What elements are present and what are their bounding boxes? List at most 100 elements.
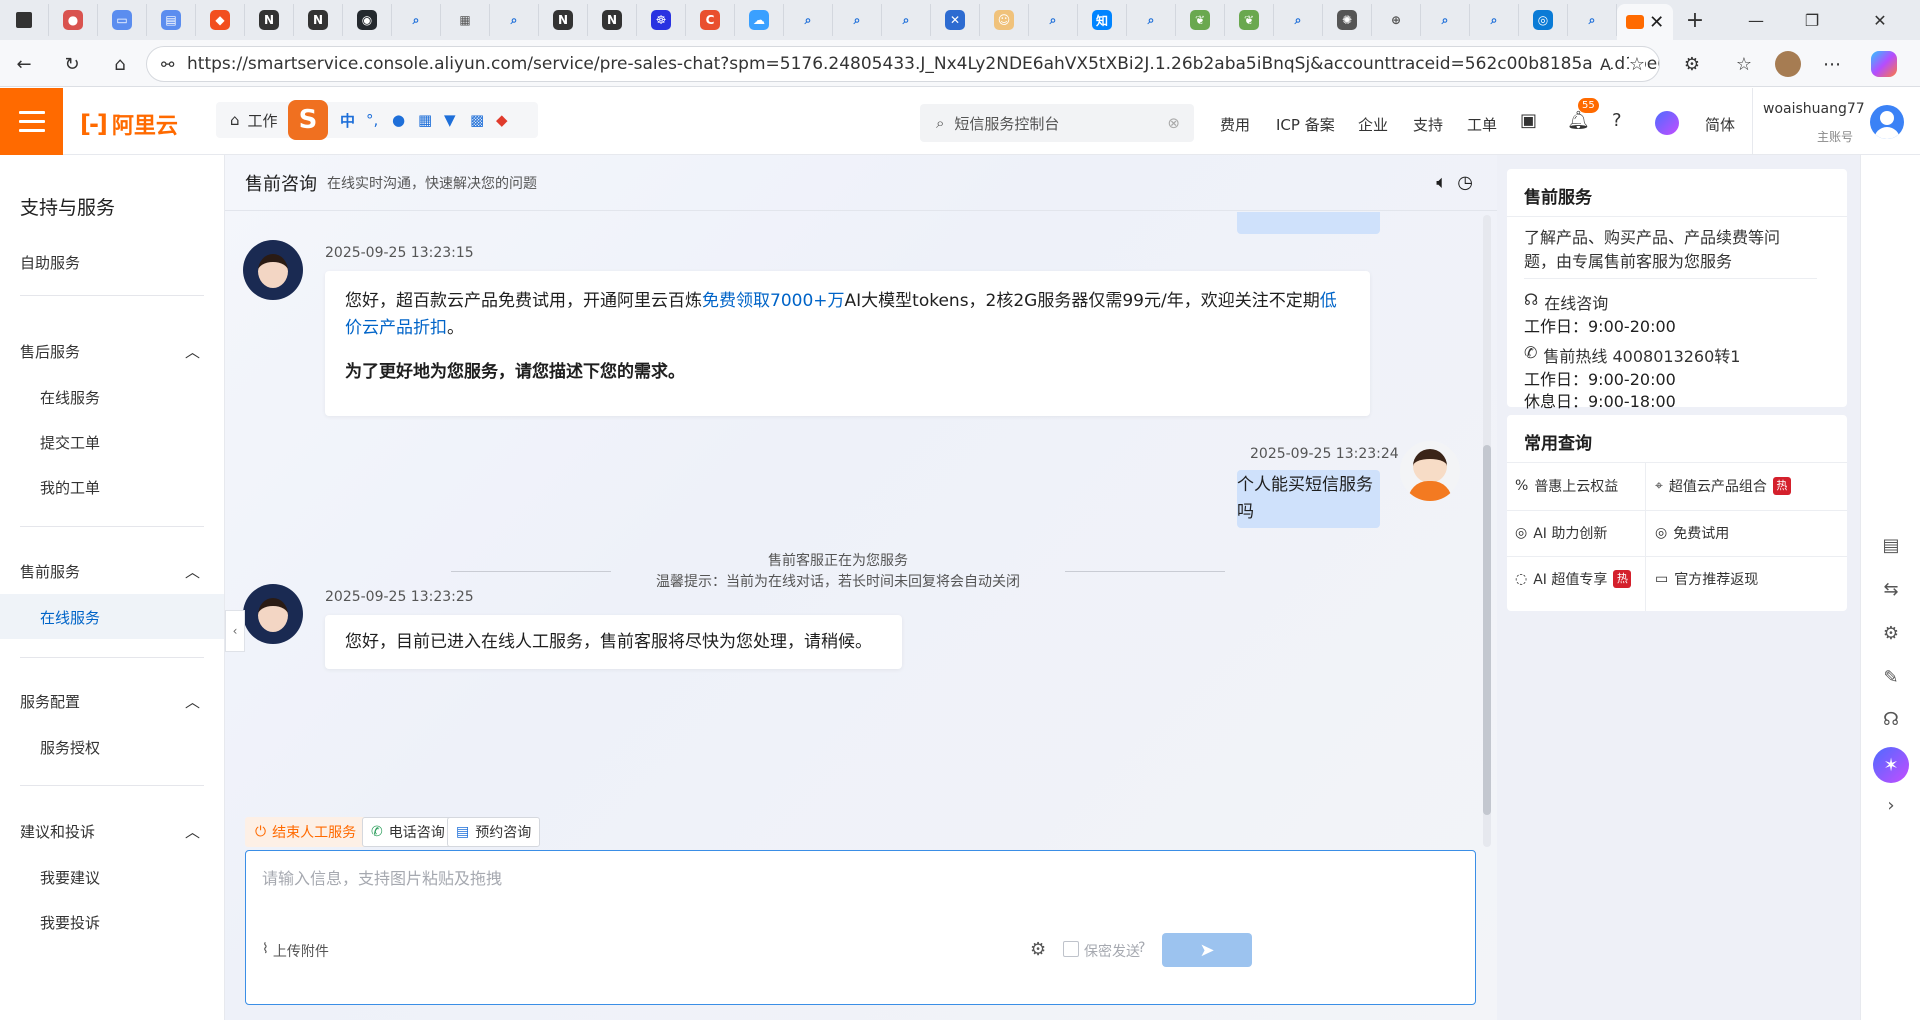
- nav-icp[interactable]: ICP 备案: [1276, 114, 1335, 135]
- ime-keyboard-icon[interactable]: ▦: [418, 111, 432, 129]
- help-circle-icon[interactable]: ?: [1138, 940, 1145, 956]
- query-inclusive-benefits[interactable]: % 普惠上云权益: [1515, 476, 1618, 496]
- ime-extra-icon[interactable]: ◆: [496, 111, 508, 129]
- browser-tab[interactable]: ◉: [343, 4, 392, 36]
- header-search-input[interactable]: ⌕ 短信服务控制台 ⊗: [920, 104, 1194, 142]
- browser-tab[interactable]: ⌕: [833, 4, 882, 36]
- browser-tab[interactable]: ☺: [980, 4, 1029, 36]
- browser-tab[interactable]: N: [588, 4, 637, 36]
- query-cashback[interactable]: ▭ 官方推荐返现: [1655, 569, 1758, 589]
- ime-punct-icon[interactable]: °,: [366, 111, 378, 129]
- browser-tab[interactable]: ⌕: [490, 4, 539, 36]
- browser-tab[interactable]: ⌕: [1470, 4, 1519, 36]
- browser-tab[interactable]: ☁: [735, 4, 784, 36]
- aliyun-logo[interactable]: [-] 阿里云: [80, 108, 178, 140]
- browser-tab[interactable]: ◆: [196, 4, 245, 36]
- sidebar-item-online-service[interactable]: 在线服务: [40, 387, 100, 408]
- browser-tab[interactable]: ⌕: [1127, 4, 1176, 36]
- chevron-right-icon[interactable]: ›: [1879, 793, 1903, 817]
- message-input[interactable]: 请输入信息，支持图片粘贴及拖拽: [262, 865, 502, 889]
- online-consult-link[interactable]: ☊ 在线咨询: [1524, 290, 1608, 314]
- workbench-button[interactable]: ⌂ 工作 S 中 °, ● ▦ ▼ ▩ ◆: [216, 100, 538, 140]
- api-icon[interactable]: ⇆: [1879, 577, 1903, 601]
- user-avatar[interactable]: [1870, 105, 1904, 139]
- ime-mode-label[interactable]: 中: [340, 110, 355, 131]
- copilot-icon[interactable]: [1868, 48, 1900, 80]
- browser-tab[interactable]: N: [294, 4, 343, 36]
- minimize-icon[interactable]: —: [1728, 0, 1784, 40]
- chat-scrollbar[interactable]: [1483, 215, 1491, 847]
- profile-avatar[interactable]: [1772, 48, 1804, 80]
- sound-icon[interactable]: 🔈︎: [1436, 172, 1447, 193]
- nav-ticket[interactable]: 工单: [1467, 114, 1497, 135]
- browser-tab[interactable]: ⌕: [1029, 4, 1078, 36]
- browser-tab[interactable]: ▤: [147, 4, 196, 36]
- sidebar-group-feedback[interactable]: 建议和投诉 ︿: [20, 821, 200, 842]
- browser-tab[interactable]: ▦: [441, 4, 490, 36]
- browser-tab[interactable]: ⌕: [882, 4, 931, 36]
- site-info-icon[interactable]: ⚯: [161, 55, 174, 74]
- browser-tab[interactable]: 知: [1078, 4, 1127, 36]
- query-value-bundle[interactable]: ⌖ 超值云产品组合热: [1655, 476, 1791, 496]
- sidebar-item-my-tickets[interactable]: 我的工单: [40, 477, 100, 498]
- ai-assistant-icon[interactable]: ✶: [1873, 747, 1909, 783]
- message-composer[interactable]: 请输入信息，支持图片粘贴及拖拽 ⌇ 上传附件 ⚙ 保密发送 ? ➤: [245, 850, 1476, 1005]
- ime-skin-icon[interactable]: ▼: [444, 111, 456, 129]
- favorite-star-icon[interactable]: ☆: [1628, 53, 1645, 75]
- sidebar-item-presales-online[interactable]: 在线服务: [40, 607, 100, 628]
- collapse-sidebar-button[interactable]: ‹: [225, 610, 245, 652]
- browser-tab[interactable]: ⌕: [392, 4, 441, 36]
- sidebar-group-aftersales[interactable]: 售后服务 ︿: [20, 341, 200, 362]
- ime-toolbox-icon[interactable]: ▩: [470, 111, 484, 129]
- free-tokens-link[interactable]: 免费领取7000+万: [702, 291, 845, 311]
- settings-icon[interactable]: ⚙: [1879, 621, 1903, 645]
- username[interactable]: woaishuang77: [1763, 101, 1865, 117]
- browser-tab[interactable]: ✕: [931, 4, 980, 36]
- phone-consult-button[interactable]: ✆ 电话咨询: [362, 817, 454, 847]
- browser-tab[interactable]: N: [245, 4, 294, 36]
- sogou-ime-icon[interactable]: S: [288, 100, 328, 140]
- query-ai-innovation[interactable]: ◎ AI 助力创新: [1515, 523, 1607, 543]
- favorites-icon[interactable]: ☆: [1728, 48, 1760, 80]
- close-tab-icon[interactable]: ✕: [1649, 12, 1664, 33]
- clear-icon[interactable]: ⊗: [1167, 114, 1180, 132]
- active-tab[interactable]: ✕: [1617, 4, 1673, 40]
- support-headset-icon[interactable]: ☊: [1879, 707, 1903, 731]
- browser-tab[interactable]: ☸: [637, 4, 686, 36]
- tab-pinned[interactable]: [0, 4, 49, 36]
- read-aloud-icon[interactable]: A: [1592, 54, 1611, 74]
- sidebar-item-suggestion[interactable]: 我要建议: [40, 867, 100, 888]
- sidebar-item-self-service[interactable]: 自助服务: [20, 252, 80, 273]
- schedule-consult-button[interactable]: ▤ 预约咨询: [447, 817, 541, 847]
- send-button[interactable]: ➤: [1162, 933, 1252, 967]
- nav-support[interactable]: 支持: [1413, 114, 1443, 135]
- nav-fees[interactable]: 费用: [1220, 114, 1250, 135]
- browser-tab[interactable]: C: [686, 4, 735, 36]
- more-icon[interactable]: ⋯: [1816, 48, 1848, 80]
- sidebar-item-complaint[interactable]: 我要投诉: [40, 912, 100, 933]
- browser-tab[interactable]: ◎: [1519, 4, 1568, 36]
- secret-send-checkbox[interactable]: [1063, 941, 1079, 957]
- history-clock-icon[interactable]: ◷: [1457, 172, 1473, 193]
- query-ai-exclusive[interactable]: ◌ AI 超值专享热: [1515, 569, 1632, 589]
- query-free-trial[interactable]: ◎ 免费试用: [1655, 523, 1729, 543]
- browser-tab[interactable]: ⌕: [1274, 4, 1323, 36]
- end-human-service-button[interactable]: ⏻ 结束人工服务: [245, 817, 367, 847]
- document-icon[interactable]: ▤: [1879, 533, 1903, 557]
- browser-tab[interactable]: ⌕: [784, 4, 833, 36]
- bell-icon[interactable]: 🔔︎: [1567, 110, 1590, 131]
- edit-icon[interactable]: ✎: [1879, 665, 1903, 689]
- sidebar-group-presales[interactable]: 售前服务 ︿: [20, 561, 200, 582]
- nav-enterprise[interactable]: 企业: [1358, 114, 1388, 135]
- browser-tab[interactable]: ▭: [98, 4, 147, 36]
- help-icon[interactable]: ?: [1612, 110, 1622, 131]
- home-icon[interactable]: ⌂: [104, 48, 136, 80]
- settings-icon[interactable]: ⚙: [1030, 939, 1046, 960]
- reload-icon[interactable]: ↻: [56, 48, 88, 80]
- main-menu-button[interactable]: [0, 88, 63, 155]
- restore-icon[interactable]: ❐: [1784, 0, 1840, 40]
- browser-tab[interactable]: N: [539, 4, 588, 36]
- sidebar-item-submit-ticket[interactable]: 提交工单: [40, 432, 100, 453]
- back-icon[interactable]: ←: [8, 48, 40, 80]
- url-field[interactable]: ⚯ https://smartservice.console.aliyun.co…: [146, 46, 1660, 82]
